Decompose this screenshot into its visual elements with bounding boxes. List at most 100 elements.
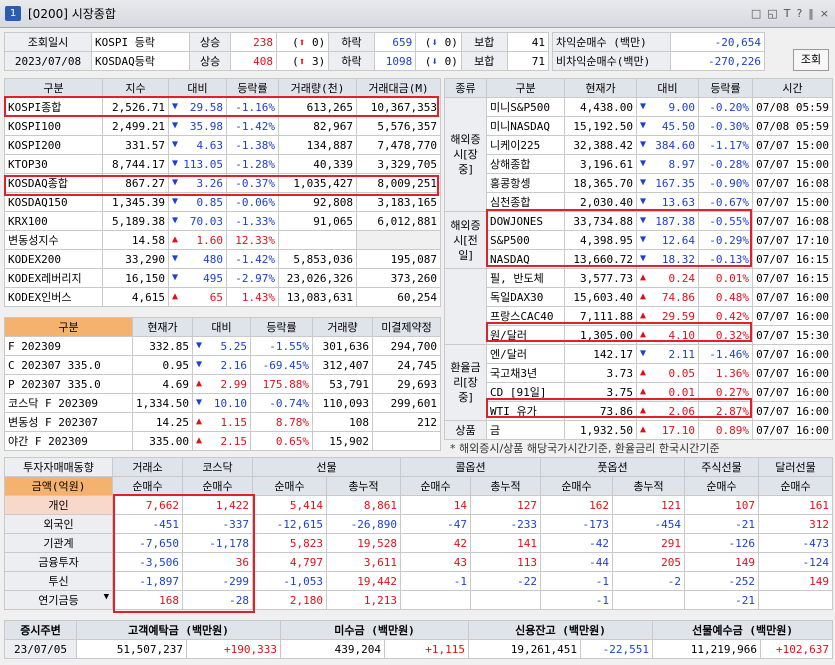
investor-row[interactable]: 금융투자 -3,506 36 4,797 3,611 43 113 -44 205 149 -124 (4, 552, 833, 572)
col-header: 시간 (752, 78, 833, 98)
table-row[interactable]: 상해종합3,196.618.97-0.28%07/07 15:00 (444, 154, 833, 174)
table-row[interactable]: KOSDAQ종합867.273.26-0.37%1,035,4278,009,2… (4, 173, 441, 193)
table-row[interactable]: KOSPI종합2,526.7129.58-1.16%613,26510,367,… (4, 97, 441, 117)
investor-value: 168 (112, 590, 183, 610)
market-time: 07/07 15:00 (752, 135, 833, 155)
table-row[interactable]: NASDAQ13,660.7218.32-0.13%07/07 16:15 (444, 249, 833, 269)
col-header: 구분 (4, 78, 103, 98)
table-row[interactable]: 변동성지수14.581.6012.33% (4, 230, 441, 250)
investor-row[interactable]: 외국인 -451 -337 -12,615 -26,890 -47 -233 -173 -454… (4, 514, 833, 534)
table-row[interactable]: 원/달러1,305.004.100.32%07/07 15:30 (444, 325, 833, 345)
market-change: 0.24 (636, 268, 699, 288)
table-row[interactable]: 국고채3년3.730.051.36%07/07 16:00 (444, 363, 833, 383)
table-row[interactable]: 해외증시[장중]미니S&P5004,438.009.00-0.20%07/08 … (444, 97, 833, 212)
market-breadth-table: 조회일시 KOSPI 등락 상승 238 (⬆ 0) 하락 659 (⬇ 0) … (3, 32, 550, 71)
index-change: 3.26 (168, 173, 227, 193)
col-header: 고객예탁금 (백만원) (75, 620, 282, 640)
index-volume: 82,967 (278, 116, 357, 136)
table-row[interactable]: KODEX레버리지16,150495-2.97%23,026,326373,26… (4, 268, 441, 288)
table-row[interactable]: P 202307 335.04.692.99175.88%53,79129,69… (4, 374, 441, 394)
contract-price: 332.85 (132, 336, 193, 356)
sub-header: 총누적 (326, 476, 401, 496)
table-row[interactable]: 미니NASDAQ15,192.5045.50-0.30%07/08 05:59 (444, 116, 833, 136)
table-row[interactable]: 프랑스CAC407,111.8829.590.42%07/07 16:00 (444, 306, 833, 326)
col-header: 선물예수금 (백만원) (652, 620, 834, 640)
table-row[interactable]: KOSPI1002,499.2135.98-1.42%82,9675,576,3… (4, 116, 441, 136)
table-row[interactable]: 니케이22532,388.42384.60-1.17%07/07 15:00 (444, 135, 833, 155)
contract-volume: 108 (312, 412, 373, 432)
investor-value: 149 (758, 571, 833, 591)
index-rate: -0.06% (226, 192, 279, 212)
table-row[interactable]: 독일DAX3015,603.4074.860.48%07/07 16:00 (444, 287, 833, 307)
text-icon[interactable]: T (784, 7, 791, 20)
table-row[interactable]: 환율금리[장중]엔/달러142.172.11-1.46%07/07 16:00 (444, 344, 833, 421)
market-change: 0.05 (636, 363, 699, 383)
index-name: KOSDAQ종합 (4, 173, 103, 193)
restore-icon[interactable]: □ (751, 7, 761, 20)
market-name: 프랑스CAC40 (486, 306, 565, 326)
investor-table: 투자자매매동향 거래소 코스닥 선물 콜옵션 풋옵션 주식선물 달러선물 금액(억원) 순매수 순매… (4, 457, 833, 610)
col-header: 선물 (252, 457, 401, 477)
market-change: 45.50 (636, 116, 699, 136)
index-value: 2,499.21 (102, 116, 169, 136)
market-change: 29.59 (636, 306, 699, 326)
investor-value: 149 (684, 552, 759, 572)
table-row[interactable]: CD [91일]3.750.010.27%07/07 16:00 (444, 382, 833, 402)
table-row[interactable]: 해외증시[전일]DOWJONES33,734.88187.38-0.55%07/… (444, 211, 833, 269)
market-name: 미니NASDAQ (486, 116, 565, 136)
investor-row[interactable]: 기관계 -7,650 -1,178 5,823 19,528 42 141 -42 291 -12… (4, 533, 833, 553)
help-icon[interactable]: ? (796, 7, 802, 20)
sub-header: 순매수 (182, 476, 253, 496)
investor-row[interactable]: 연기금등 ▼ 168 -28 2,180 1,213 -1 -21 (4, 590, 833, 610)
table-row[interactable]: 야간 F 202309335.002.150.65%15,902 (4, 431, 441, 451)
market-price: 3,577.73 (564, 268, 637, 288)
market-name: 엔/달러 (486, 344, 565, 364)
funds-value: 23/07/05 (4, 639, 77, 659)
investor-value: -299 (182, 571, 253, 591)
investor-name: 연기금등 ▼ (4, 590, 113, 610)
table-row[interactable]: KOSPI200331.574.63-1.38%134,8877,478,770 (4, 135, 441, 155)
market-rate: 0.32% (698, 325, 753, 345)
investor-name: 외국인 (4, 514, 113, 534)
market-change: 0.01 (636, 382, 699, 402)
contract-rate: -0.74% (250, 393, 313, 413)
table-row[interactable]: 상품금1,932.5017.100.89%07/07 16:00 (444, 420, 833, 440)
investor-row[interactable]: 개인 7,662 1,422 5,414 8,861 14 127 162 121 107 161 (4, 495, 833, 515)
investor-value: -1,178 (182, 533, 253, 553)
investor-row[interactable]: 투신 -1,897 -299 -1,053 19,442 -1 -22 -1 -2 -252 149 (4, 571, 833, 591)
market-name: 홍콩항셍 (486, 173, 565, 193)
investor-value (612, 590, 685, 610)
table-row[interactable]: WTI 유가73.862.062.87%07/07 16:00 (444, 401, 833, 421)
sub-header: 순매수 (252, 476, 327, 496)
investor-value: -44 (540, 552, 613, 572)
market-time: 07/07 15:30 (752, 325, 833, 345)
table-row[interactable]: C 202307 335.00.952.16-69.45%312,40724,7… (4, 355, 441, 375)
table-row[interactable]: 심천종합2,030.4013.63-0.67%07/07 15:00 (444, 192, 833, 212)
global-market-table: 종류구분현재가대비등락률시간 해외증시[장중]미니S&P5004,438.009… (444, 78, 833, 440)
table-row[interactable]: KRX1005,189.3870.03-1.33%91,0656,012,881 (4, 211, 441, 231)
pin-icon[interactable]: ‖ (808, 7, 814, 20)
tile-icon[interactable]: ◱ (767, 7, 777, 20)
table-row[interactable]: KTOP308,744.17113.05-1.28%40,3393,329,70… (4, 154, 441, 174)
market-name: DOWJONES (486, 211, 565, 231)
market-price: 142.17 (564, 344, 637, 364)
close-icon[interactable]: × (820, 7, 829, 20)
table-row[interactable]: 변동성 F 20230714.251.158.78%108212 (4, 412, 441, 432)
table-row[interactable]: S&P5004,398.9512.64-0.29%07/07 17:10 (444, 230, 833, 250)
investor-value: -2 (612, 571, 685, 591)
table-row[interactable]: KODEX20033,290480-1.42%5,853,036195,087 (4, 249, 441, 269)
index-change: 113.05 (168, 154, 227, 174)
table-row[interactable]: 필, 반도체3,577.730.240.01%07/07 16:15 (444, 268, 833, 345)
table-row[interactable]: KODEX인버스4,615651.43%13,083,63160,254 (4, 287, 441, 307)
table-row[interactable]: F 202309332.855.25-1.55%301,636294,700 (4, 336, 441, 356)
table-row[interactable]: KOSDAQ1501,345.390.85-0.06%92,8083,183,1… (4, 192, 441, 212)
table-row[interactable]: 코스닥 F 2023091,334.5010.10-0.74%110,09329… (4, 393, 441, 413)
market-time: 07/07 16:15 (752, 268, 833, 288)
chevron-down-icon[interactable]: ▼ (104, 592, 109, 602)
contract-volume: 312,407 (312, 355, 373, 375)
market-rate: -1.17% (698, 135, 753, 155)
search-button[interactable]: 조회 (793, 49, 829, 71)
table-row[interactable]: 홍콩항셍18,365.70167.35-0.90%07/07 16:08 (444, 173, 833, 193)
nonarb-label: 비차익순매수(백만) (552, 51, 671, 71)
investor-value: -233 (470, 514, 541, 534)
